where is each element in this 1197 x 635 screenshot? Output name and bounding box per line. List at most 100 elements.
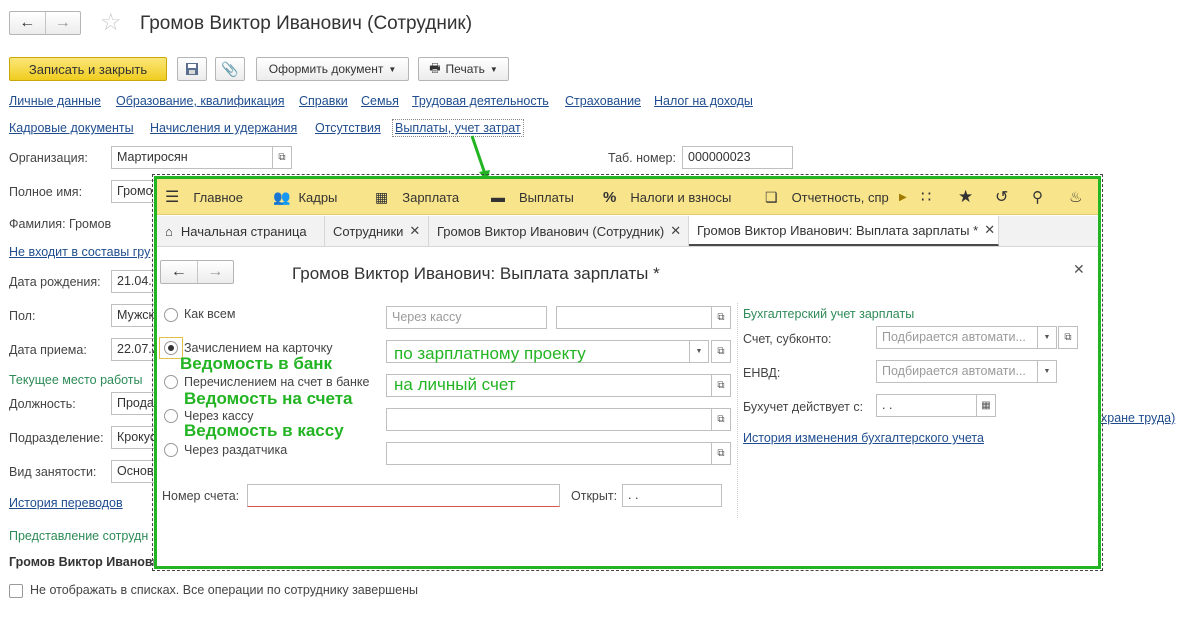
cash-field[interactable]: Через кассу xyxy=(386,306,547,329)
hide-checkbox[interactable] xyxy=(9,584,23,598)
distributor-field[interactable] xyxy=(386,442,712,465)
wallet-icon: ▬ xyxy=(491,189,505,205)
link-insurance[interactable]: Страхование xyxy=(565,94,641,108)
apps-button[interactable]: ∷ xyxy=(921,179,931,215)
link-payments-costs[interactable]: Выплаты, учет затрат xyxy=(392,119,524,137)
notifications-button[interactable]: ♨ xyxy=(1069,179,1082,215)
radio-distributor[interactable] xyxy=(164,443,178,457)
group-link[interactable]: Не входит в составы гру xyxy=(9,245,150,259)
back-button[interactable]: ← xyxy=(161,261,198,283)
subconto-label: Счет, субконто: xyxy=(743,332,832,346)
calendar-button[interactable]: ▦ xyxy=(976,394,996,417)
favorites-button[interactable]: ★ xyxy=(958,179,973,215)
tab-number-field[interactable]: 000000023 xyxy=(682,146,793,169)
menu-payments-label: Выплаты xyxy=(519,189,574,205)
valid-from-field[interactable]: . . xyxy=(876,394,977,417)
subconto-open[interactable]: ⧉ xyxy=(1058,326,1078,349)
envd-field[interactable]: Подбирается автомати... xyxy=(876,360,1038,383)
transfer-history-link[interactable]: История переводов xyxy=(9,496,123,510)
tab-salary-payment[interactable]: Громов Виктор Иванович: Выплата зарплаты… xyxy=(689,216,999,246)
link-education[interactable]: Образование, квалификация xyxy=(116,94,285,108)
radio-dot xyxy=(168,345,174,351)
tab-employees[interactable]: Сотрудники ✕ xyxy=(325,216,429,246)
accounting-history-link[interactable]: История изменения бухгалтерского учета xyxy=(743,431,984,445)
history-button[interactable]: ↺ xyxy=(995,179,1008,215)
popup-close-icon[interactable]: ✕ xyxy=(1073,261,1085,278)
annotation-cash: Ведомость в кассу xyxy=(184,421,344,440)
option-field-1-open[interactable]: ⧉ xyxy=(711,306,731,329)
salary-project-dropdown[interactable]: ▼ xyxy=(689,340,709,363)
link-accruals[interactable]: Начисления и удержания xyxy=(150,121,297,135)
save-close-button[interactable]: Записать и закрыть xyxy=(9,57,167,81)
link-hr-documents[interactable]: Кадровые документы xyxy=(9,121,134,135)
subconto-field[interactable]: Подбирается автомати... xyxy=(876,326,1038,349)
popup-title: Громов Виктор Иванович: Выплата зарплаты… xyxy=(292,264,660,283)
cash-desk-field[interactable] xyxy=(386,408,712,431)
radio-like-all[interactable] xyxy=(164,308,178,322)
close-icon[interactable]: ✕ xyxy=(409,223,420,239)
open-icon: ⧉ xyxy=(717,380,725,391)
org-field[interactable]: Мартиросян xyxy=(111,146,273,169)
grid-icon: ∷ xyxy=(921,189,932,206)
link-work-activity[interactable]: Трудовая деятельность xyxy=(412,94,549,108)
tab-bar: ⌂ Начальная страница Сотрудники ✕ Громов… xyxy=(157,216,1098,247)
document-label: Оформить документ xyxy=(268,62,384,76)
sex-label: Пол: xyxy=(9,309,36,323)
link-certificates[interactable]: Справки xyxy=(299,94,348,108)
tab-employee-card[interactable]: Громов Виктор Иванович (Сотрудник) ✕ xyxy=(429,216,689,246)
star-icon[interactable]: ☆ xyxy=(100,8,122,37)
open-icon: ⧉ xyxy=(717,346,725,357)
save-button[interactable] xyxy=(177,57,207,81)
cash-desk-open[interactable]: ⧉ xyxy=(711,408,731,431)
org-open-button[interactable]: ⧉ xyxy=(272,146,292,169)
hide-checkbox-label: Не отображать в списках. Все операции по… xyxy=(30,583,419,597)
link-personal-data[interactable]: Личные данные xyxy=(9,94,101,108)
radio-cash[interactable] xyxy=(164,409,178,423)
opened-field[interactable]: . . xyxy=(622,484,722,507)
menu-payments[interactable]: ▬ Выплаты xyxy=(491,179,574,215)
search-button[interactable]: ⚲ xyxy=(1032,179,1043,215)
menu-more-arrow[interactable]: ▶ xyxy=(899,179,907,215)
radio-like-all-label: Как всем xyxy=(184,307,236,321)
back-button[interactable]: ← xyxy=(10,12,46,34)
page-title: Громов Виктор Иванович (Сотрудник) xyxy=(140,13,473,34)
tab-salary-payment-label: Громов Виктор Иванович: Выплата зарплаты… xyxy=(697,222,979,238)
labor-protection-link[interactable]: хране труда) xyxy=(1101,411,1175,425)
representation-header: Представление сотрудн xyxy=(9,529,149,543)
popup-nav-buttons: ← → xyxy=(160,260,234,284)
personal-account-open[interactable]: ⧉ xyxy=(711,374,731,397)
forward-button[interactable]: → xyxy=(46,12,81,34)
forward-button[interactable]: → xyxy=(198,261,234,283)
envd-dropdown[interactable]: ▼ xyxy=(1037,360,1057,383)
open-icon: ⧉ xyxy=(717,414,725,425)
menu-salary[interactable]: ▦ Зарплата xyxy=(375,179,459,215)
radio-bank-account[interactable] xyxy=(164,375,178,389)
menu-main[interactable]: ☰ Главное xyxy=(165,179,243,215)
subconto-dropdown[interactable]: ▼ xyxy=(1037,326,1057,349)
attach-button[interactable]: 📎 xyxy=(215,57,245,81)
dept-label: Подразделение: xyxy=(9,431,104,445)
distributor-open[interactable]: ⧉ xyxy=(711,442,731,465)
link-family[interactable]: Семья xyxy=(361,94,399,108)
tab-home[interactable]: ⌂ Начальная страница xyxy=(157,216,325,246)
close-icon[interactable]: ✕ xyxy=(670,223,681,239)
search-icon: ⚲ xyxy=(1032,189,1043,206)
salary-project-open[interactable]: ⧉ xyxy=(711,340,731,363)
open-icon: ⧉ xyxy=(717,448,725,459)
triangle-right-icon: ▶ xyxy=(899,191,907,203)
bell-icon: ♨ xyxy=(1069,189,1083,206)
printer-icon: 🖶 xyxy=(429,60,441,75)
menu-reports[interactable]: ❏ Отчетность, спр xyxy=(765,179,889,215)
column-divider xyxy=(737,303,738,518)
menu-hr[interactable]: 👥 Кадры xyxy=(273,179,337,215)
option-field-1[interactable] xyxy=(556,306,712,329)
print-button[interactable]: 🖶 Печать ▼ xyxy=(418,57,509,81)
menu-taxes[interactable]: % Налоги и взносы xyxy=(603,179,731,215)
account-number-field[interactable] xyxy=(247,484,560,507)
radio-card[interactable] xyxy=(164,341,178,355)
document-dropdown-button[interactable]: Оформить документ ▼ xyxy=(256,57,409,81)
link-income-tax[interactable]: Налог на доходы xyxy=(654,94,753,108)
link-absences[interactable]: Отсутствия xyxy=(315,121,381,135)
representation-value: Громов Виктор Иванови xyxy=(9,555,161,569)
close-icon[interactable]: ✕ xyxy=(984,222,995,238)
